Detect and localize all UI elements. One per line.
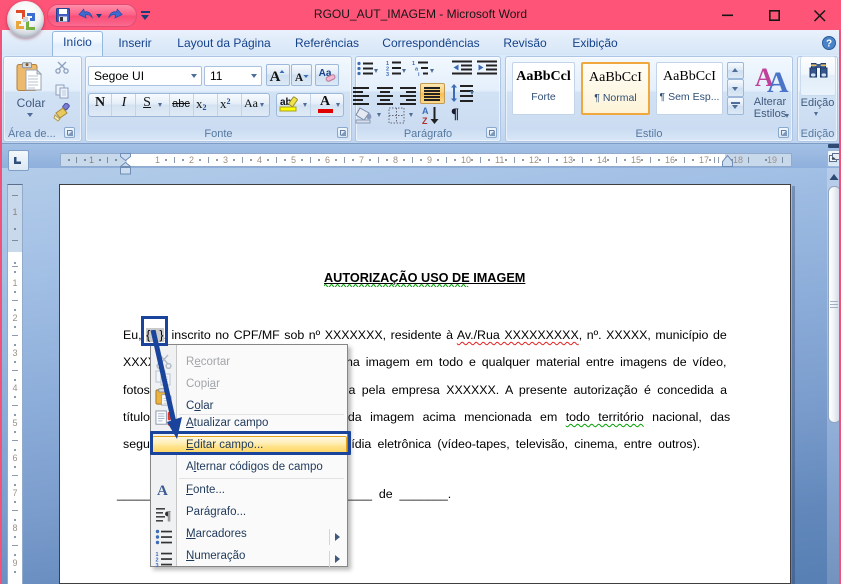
svg-text:i: i	[418, 72, 420, 76]
svg-text:3: 3	[156, 563, 159, 568]
svg-text:?: ?	[826, 39, 832, 50]
svg-text:A: A	[767, 66, 789, 94]
svg-text:A: A	[270, 69, 281, 84]
svg-text:Z: Z	[422, 116, 428, 125]
svg-text:A: A	[422, 106, 429, 116]
svg-text:¶: ¶	[165, 508, 171, 523]
svg-text:3: 3	[386, 72, 389, 76]
svg-text:A: A	[295, 72, 304, 84]
